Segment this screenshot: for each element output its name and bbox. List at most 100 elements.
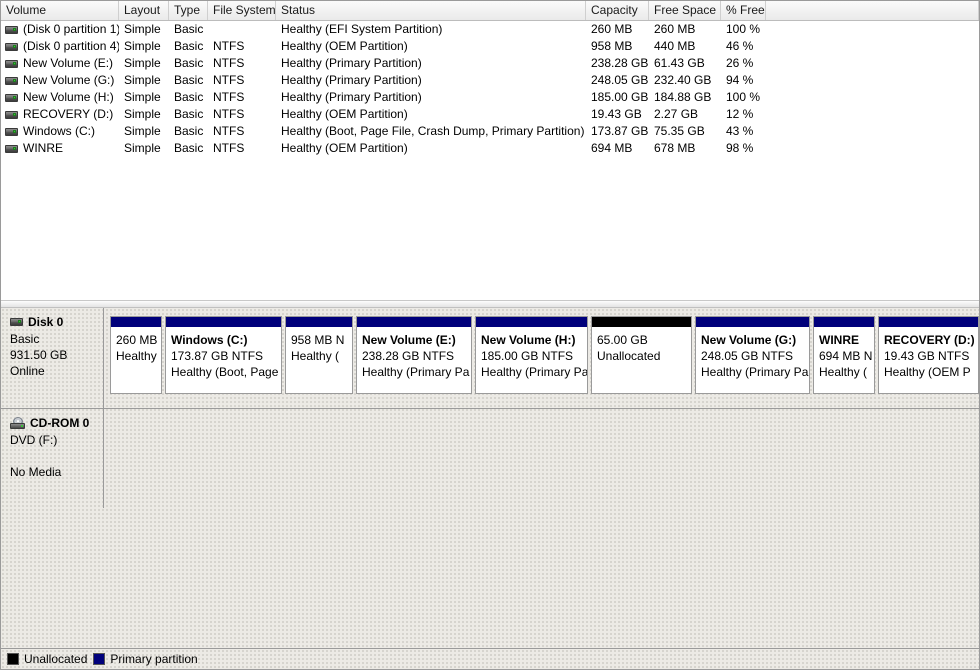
table-row[interactable]: Windows (C:) Simple Basic NTFS Healthy (Boot… (1, 123, 979, 140)
table-row[interactable]: New Volume (G:) Simple Basic NTFS Healthy (P… (1, 72, 979, 89)
cell-layout: Simple (124, 73, 161, 87)
cell-capacity: 238.28 GB (591, 56, 649, 70)
partition-block[interactable]: 260 MB Healthy (110, 316, 162, 394)
legend-bar: Unallocated Primary partition (1, 648, 979, 669)
partition-block[interactable]: RECOVERY (D:) 19.43 GB NTFS Healthy (OEM P (878, 316, 979, 394)
volume-drive-icon (5, 144, 18, 153)
column-header-filesystem[interactable]: File System (208, 1, 276, 20)
cell-freespace: 678 MB (654, 141, 696, 155)
partition-size: 19.43 GB NTFS (884, 349, 970, 363)
volume-list[interactable]: Volume Layout Type File System Status Capacit… (1, 1, 979, 300)
column-header-status[interactable]: Status (276, 1, 586, 20)
disk-info-panel[interactable]: CD-ROM 0 DVD (F:) No Media (1, 409, 104, 508)
disk-row-0[interactable]: Disk 0 Basic 931.50 GB Online 260 MB Healthy W… (1, 308, 979, 408)
partition-text: New Volume (E:) 238.28 GB NTFS Healthy (Pr… (357, 327, 471, 380)
partition-text: RECOVERY (D:) 19.43 GB NTFS Healthy (OEM P (879, 327, 978, 380)
disk-meta-line3: No Media (10, 465, 62, 479)
partition-status: Healthy ( (291, 349, 340, 363)
disk-row-1[interactable]: CD-ROM 0 DVD (F:) No Media (1, 408, 979, 508)
disk-title: CD-ROM 0 (10, 416, 96, 430)
column-header-freespace[interactable]: Free Space (649, 1, 721, 20)
volume-list-body[interactable]: (Disk 0 partition 1) Simple Basic Healthy (… (1, 21, 979, 157)
partition-status: Unallocated (597, 349, 661, 363)
cell-volume: (Disk 0 partition 4) (1, 38, 119, 55)
table-row[interactable]: RECOVERY (D:) Simple Basic NTFS Healthy (OEM… (1, 106, 979, 123)
cell-volume: WINRE (1, 140, 119, 157)
cell-filesystem: NTFS (213, 124, 245, 138)
partition-text: 65.00 GB Unallocated (592, 327, 691, 364)
partition-size: 248.05 GB NTFS (701, 349, 794, 363)
partition-status: Healthy (116, 349, 157, 363)
disk-meta-line2 (10, 448, 96, 464)
cell-status: Healthy (Primary Partition) (281, 90, 422, 104)
partition-label: New Volume (G:) (701, 333, 797, 347)
cell-filler (766, 38, 979, 55)
cell-capacity: 260 MB (591, 22, 633, 36)
partition-block[interactable]: New Volume (E:) 238.28 GB NTFS Healthy (Pr… (356, 316, 472, 394)
cell-filesystem: NTFS (213, 73, 245, 87)
partition-color-band (166, 317, 281, 327)
disk-meta-line1: DVD (F:) (10, 433, 58, 447)
disk-name: CD-ROM 0 (30, 416, 90, 430)
volume-drive-icon (5, 127, 18, 136)
cell-status: Healthy (EFI System Partition) (281, 22, 443, 36)
cell-status: Healthy (Boot, Page File, Crash Dump, Pr… (281, 124, 585, 138)
partition-color-band (592, 317, 691, 327)
table-row[interactable]: (Disk 0 partition 4) Simple Basic NTFS Healt… (1, 38, 979, 55)
cell-filler (766, 123, 979, 140)
cell-layout: Simple (124, 39, 161, 53)
cell-freespace: 2.27 GB (654, 107, 699, 121)
partition-status: Healthy (OEM P (884, 365, 971, 379)
cell-capacity: 958 MB (591, 39, 633, 53)
column-header-layout[interactable]: Layout (119, 1, 169, 20)
cell-freespace: 61.43 GB (654, 56, 705, 70)
cell-type: Basic (174, 124, 204, 138)
column-header-type[interactable]: Type (169, 1, 208, 20)
column-header-percentfree[interactable]: % Free (721, 1, 766, 20)
cell-type: Basic (174, 90, 204, 104)
disk-name: Disk 0 (28, 315, 64, 329)
cdrom-base (10, 423, 25, 429)
partition-unallocated[interactable]: 65.00 GB Unallocated (591, 316, 692, 394)
partition-label: RECOVERY (D:) (884, 333, 975, 347)
partition-status: Healthy ( (819, 365, 868, 379)
column-header-capacity[interactable]: Capacity (586, 1, 649, 20)
partition-block[interactable]: Windows (C:) 173.87 GB NTFS Healthy (Boot,… (165, 316, 282, 394)
disk-info-panel[interactable]: Disk 0 Basic 931.50 GB Online (1, 308, 104, 408)
cell-filesystem (208, 21, 276, 38)
partition-color-band (286, 317, 352, 327)
cell-layout: Simple (124, 124, 161, 138)
table-row[interactable]: New Volume (E:) Simple Basic NTFS Healthy (P… (1, 55, 979, 72)
partition-block[interactable]: 958 MB N Healthy ( (285, 316, 353, 394)
column-header-volume[interactable]: Volume (1, 1, 119, 20)
cell-type: Basic (174, 56, 204, 70)
table-row[interactable]: WINRE Simple Basic NTFS Healthy (OEM Partiti… (1, 140, 979, 157)
cell-filler (766, 21, 979, 38)
cell-capacity: 19.43 GB (591, 107, 642, 121)
volume-name: (Disk 0 partition 4) (23, 39, 119, 53)
cell-filler (766, 140, 979, 157)
volume-drive-icon (5, 42, 18, 51)
partition-block[interactable]: New Volume (H:) 185.00 GB NTFS Healthy (Pr… (475, 316, 588, 394)
table-row[interactable]: (Disk 0 partition 1) Simple Basic Healthy (… (1, 21, 979, 38)
disk-meta: Basic 931.50 GB Online (10, 331, 96, 379)
pane-splitter[interactable] (1, 300, 979, 308)
cell-volume: RECOVERY (D:) (1, 106, 119, 123)
cell-type: Basic (174, 73, 204, 87)
column-header-filler (766, 1, 979, 20)
cell-filesystem: NTFS (213, 39, 245, 53)
volume-name: New Volume (G:) (23, 73, 115, 87)
partition-status: Healthy (Primary Pa (362, 365, 470, 379)
table-row[interactable]: New Volume (H:) Simple Basic NTFS Healthy (P… (1, 89, 979, 106)
partition-color-band (814, 317, 874, 327)
partition-block[interactable]: WINRE 694 MB N Healthy ( (813, 316, 875, 394)
volume-drive-icon (5, 76, 18, 85)
partition-block[interactable]: New Volume (G:) 248.05 GB NTFS Healthy (Pr… (695, 316, 810, 394)
cell-volume: New Volume (E:) (1, 55, 119, 72)
cell-volume: New Volume (G:) (1, 72, 119, 89)
graphical-disk-view[interactable]: Disk 0 Basic 931.50 GB Online 260 MB Healthy W… (1, 308, 979, 649)
disk-meta-line2: 931.50 GB (10, 348, 68, 362)
cell-type: Basic (174, 22, 204, 36)
cell-percentfree: 100 % (726, 22, 761, 36)
partition-size: 694 MB N (819, 349, 873, 363)
